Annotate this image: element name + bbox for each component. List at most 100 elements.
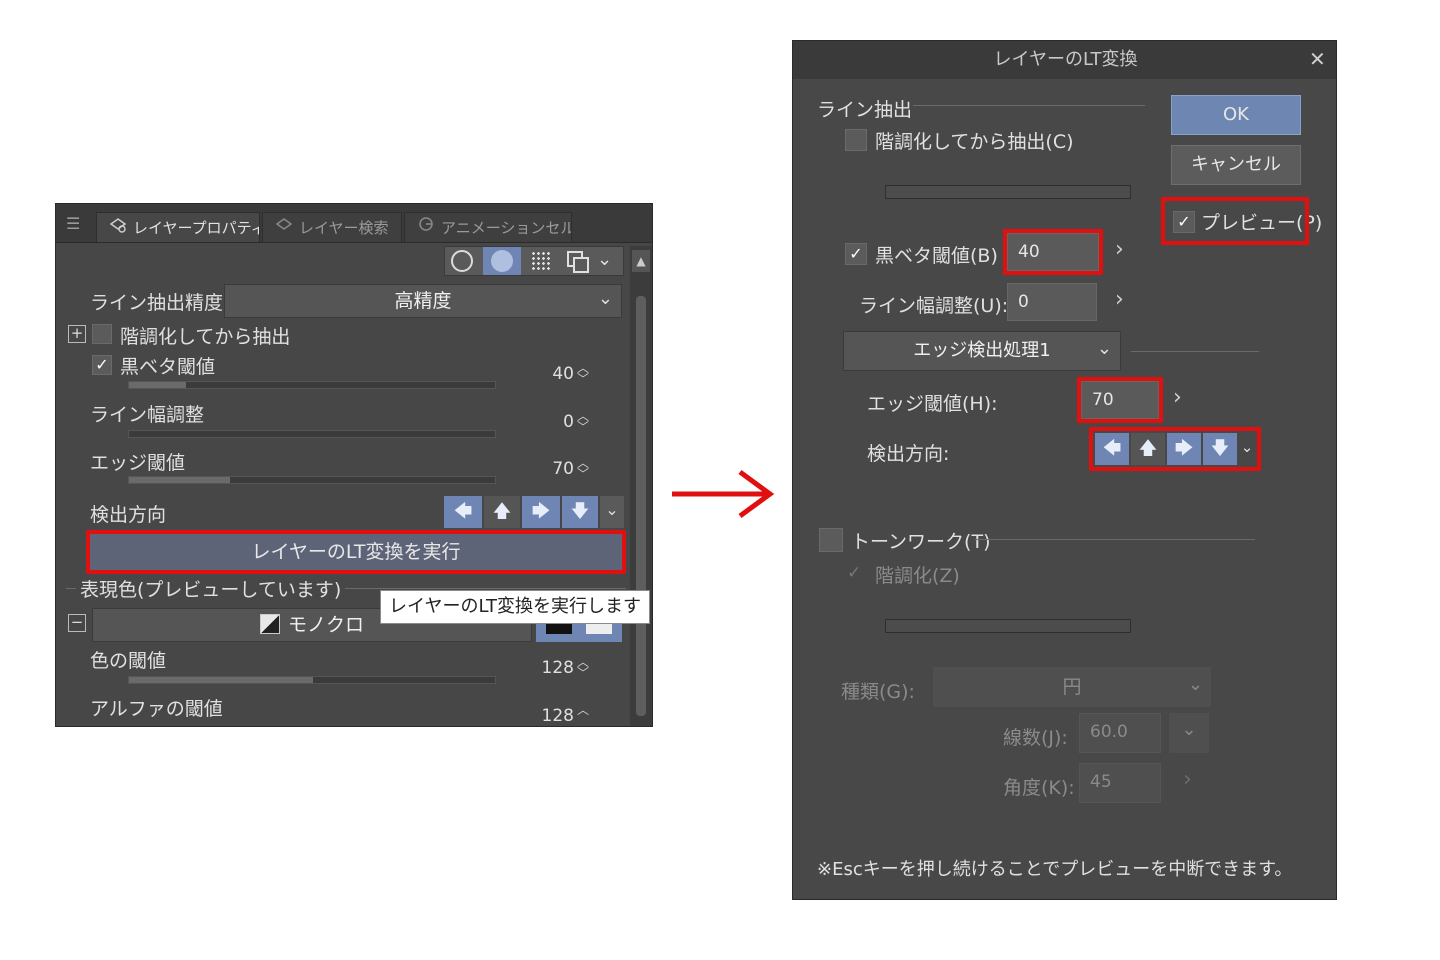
alpha-threshold-value[interactable]: 128: [526, 706, 574, 726]
angle-label: 角度(K):: [1003, 777, 1075, 799]
expand-arrow-icon[interactable]: ›: [1115, 287, 1124, 312]
black-fill-threshold-label: 黒ベタ閾値: [120, 356, 216, 378]
line-width-adjust-slider[interactable]: [128, 430, 496, 438]
color-threshold-slider[interactable]: [128, 676, 496, 684]
layer-search-icon: [273, 213, 295, 242]
type-dropdown[interactable]: 円 ⌄: [933, 667, 1211, 707]
dropdown-value: エッジ検出処理1: [913, 340, 1051, 361]
tab-layer-property[interactable]: レイヤープロパティ: [96, 212, 260, 242]
section-divider: [1131, 351, 1259, 352]
edge-process-dropdown[interactable]: エッジ検出処理1 ⌄: [843, 331, 1121, 371]
check-icon: ✓: [95, 355, 109, 374]
spin-arrows-icon[interactable]: ︿ ﹀: [576, 457, 590, 480]
gradation-label: 階調化(Z): [875, 565, 960, 587]
tonework-label: トーンワーク(T): [851, 531, 991, 553]
monochrome-icon: [259, 614, 280, 634]
chevron-down-icon: ⌄: [1187, 674, 1203, 695]
panel-tab-bar: ☰ レイヤープロパティ レイヤー検索 アニメーションセル: [56, 204, 652, 243]
scroll-up-icon[interactable]: ▲: [632, 250, 650, 272]
tab-label: レイヤー検索: [299, 219, 389, 237]
edge-threshold-value[interactable]: 70: [526, 459, 574, 479]
spin-arrows-icon[interactable]: ︿ ﹀: [576, 656, 590, 679]
gradation-extract-label: 階調化してから抽出(C): [875, 131, 1074, 153]
panel-menu-icon[interactable]: ☰: [66, 214, 80, 233]
dialog-title: レイヤーのLT変換: [793, 41, 1336, 79]
expand-arrow-icon[interactable]: ›: [1115, 237, 1124, 262]
spin-up-icon[interactable]: ︿: [576, 704, 590, 716]
dropdown-value: 高精度: [394, 290, 452, 312]
edge-threshold-label: エッジ閾値(H):: [867, 393, 998, 415]
line-width-input[interactable]: 0: [1007, 283, 1097, 321]
panel-scrollbar[interactable]: ▲ ▼: [630, 246, 652, 726]
line-extract-icon: [491, 250, 513, 272]
tab-layer-search[interactable]: レイヤー検索: [262, 212, 402, 242]
highlight-box: [1003, 229, 1103, 275]
line-width-adjust-value[interactable]: 0: [526, 412, 574, 432]
collapse-minus-icon[interactable]: −: [68, 614, 86, 632]
ok-button[interactable]: OK: [1171, 95, 1301, 135]
scroll-thumb[interactable]: [636, 296, 646, 716]
right-arrow-icon: [672, 469, 775, 519]
black-fill-threshold-slider[interactable]: [128, 381, 496, 389]
tone-icon[interactable]: [531, 251, 551, 271]
highlight-box: [1077, 377, 1163, 423]
chevron-down-icon[interactable]: ⌄: [1169, 713, 1209, 753]
lines-input[interactable]: 60.0: [1079, 713, 1161, 753]
tone-preview-bar: [885, 619, 1131, 633]
line-extract-precision-label: ライン抽出精度: [90, 292, 224, 314]
angle-input[interactable]: 45: [1079, 763, 1161, 803]
tooltip: レイヤーのLT変換を実行します: [380, 590, 650, 624]
detect-direction-label: 検出方向: [90, 504, 167, 526]
type-label: 種類(G):: [841, 681, 915, 703]
property-toolbar: ⌄: [444, 246, 624, 276]
close-icon[interactable]: ✕: [1309, 47, 1326, 71]
lines-label: 線数(J):: [1003, 727, 1068, 749]
direction-left-button[interactable]: 🡄: [444, 496, 482, 528]
black-threshold-label: 黒ベタ閾値(B): [875, 245, 998, 267]
color-threshold-label: 色の閾値: [90, 650, 167, 672]
section-divider: [913, 105, 1145, 106]
edge-threshold-label: エッジ閾値: [90, 452, 186, 474]
chevron-down-icon[interactable]: ⌄: [600, 496, 624, 528]
gradation-checkbox[interactable]: ✓: [847, 563, 867, 583]
line-extract-precision-dropdown[interactable]: 高精度 ⌄: [224, 284, 622, 318]
spin-arrows-icon[interactable]: ︿ ﹀: [576, 410, 590, 433]
animation-cel-icon: [415, 213, 437, 242]
layer-color-icon-back: [573, 257, 589, 273]
color-threshold-value[interactable]: 128: [526, 658, 574, 678]
expand-plus-icon[interactable]: +: [68, 325, 86, 343]
tab-label: レイヤープロパティ: [133, 219, 260, 237]
direction-right-button[interactable]: 🡆: [522, 496, 560, 528]
tab-animation-cel[interactable]: アニメーションセル: [404, 212, 572, 242]
black-fill-threshold-value[interactable]: 40: [526, 364, 574, 384]
dropdown-value: モノクロ: [287, 614, 364, 636]
line-extract-effect-button[interactable]: [483, 247, 521, 275]
direction-up-button[interactable]: 🡅: [484, 496, 520, 528]
line-extract-section-label: ライン抽出: [817, 99, 913, 121]
check-icon: ✓: [849, 244, 863, 263]
tonework-checkbox[interactable]: [819, 528, 843, 552]
tab-label: アニメーションセル: [441, 219, 572, 237]
footer-note: ※Escキーを押し続けることでプレビューを中断できます。: [817, 859, 1293, 880]
highlight-box: [86, 530, 626, 574]
black-fill-threshold-checkbox[interactable]: ✓: [92, 355, 112, 375]
lt-conversion-dialog: レイヤーのLT変換 ✕ OK キャンセル ✓ プレビュー(P) ライン抽出 階調…: [792, 40, 1337, 900]
gradation-extract-checkbox[interactable]: [92, 324, 112, 344]
transition-arrow: [670, 466, 780, 526]
black-threshold-checkbox[interactable]: ✓: [845, 243, 867, 265]
line-width-adjust-label: ライン幅調整: [90, 404, 205, 426]
dropdown-value: 円: [1062, 676, 1082, 698]
cancel-button[interactable]: キャンセル: [1171, 145, 1301, 185]
chevron-down-icon: ⌄: [1096, 338, 1112, 359]
direction-down-button[interactable]: 🡇: [562, 496, 598, 528]
chevron-down-icon[interactable]: ⌄: [597, 249, 612, 270]
circle-effect-icon[interactable]: [451, 250, 473, 272]
spin-arrows-icon[interactable]: ︿ ﹀: [576, 362, 590, 385]
detect-direction-label: 検出方向:: [867, 443, 950, 465]
expand-arrow-icon[interactable]: ›: [1183, 767, 1192, 792]
gradation-extract-checkbox[interactable]: [845, 129, 867, 151]
highlight-box: [1089, 427, 1261, 471]
expression-color-label: 表現色(プレビューしています): [76, 575, 346, 602]
edge-threshold-slider[interactable]: [128, 476, 496, 484]
expand-arrow-icon[interactable]: ›: [1173, 385, 1182, 410]
